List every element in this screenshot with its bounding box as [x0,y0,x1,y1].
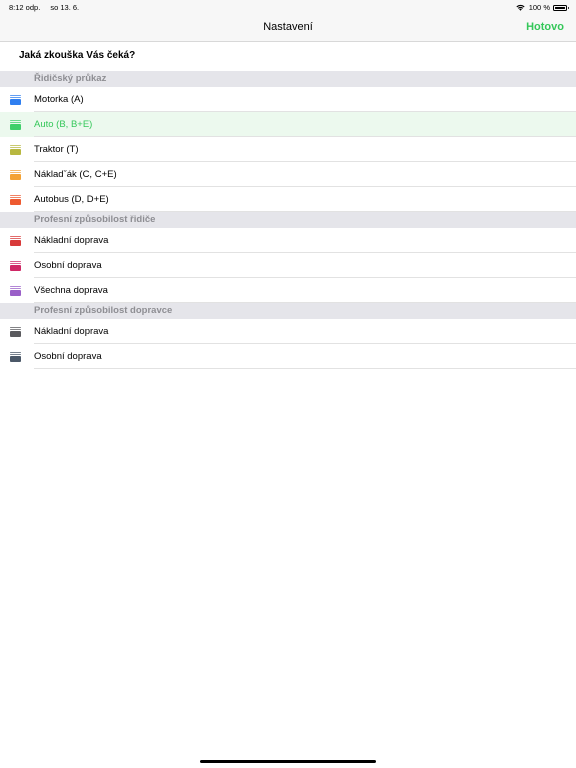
battery-percent: 100 % [528,3,550,12]
section-header: Profesní způsobilost dopravce [0,303,576,319]
list-item[interactable]: Osobní doprava [0,344,576,369]
book-icon [10,95,21,105]
status-right: 100 % [516,3,569,12]
navigation-bar: Nastavení Hotovo [0,14,576,42]
book-icon [10,327,21,337]
book-icon [10,352,21,362]
book-icon [10,145,21,155]
status-date: so 13. 6. [50,3,80,12]
list-item-label: Nákladní doprava [34,235,109,246]
list-item-label: Osobní doprava [34,351,102,362]
section-header: Profesní způsobilost řidiče [0,212,576,228]
row-divider [34,211,576,212]
book-icon [10,170,21,180]
list-item[interactable]: Nákladní doprava [0,228,576,253]
list-item-label: Nákladˇák (C, C+E) [34,169,117,180]
list-item[interactable]: Autobus (D, D+E) [0,187,576,212]
done-button[interactable]: Hotovo [526,21,564,33]
book-icon [10,236,21,246]
book-icon [10,286,21,296]
section-header: Řidičský průkaz [0,71,576,87]
book-icon [10,195,21,205]
page-title: Nastavení [263,21,313,33]
list-item[interactable]: Nákladˇák (C, C+E) [0,162,576,187]
list-item-label: Motorka (A) [34,94,84,105]
status-time: 8:12 odp. [9,3,41,12]
list-item[interactable]: Všechna doprava [0,278,576,303]
book-icon [10,120,21,130]
list-item[interactable]: Nákladní doprava [0,319,576,344]
row-divider [34,368,576,369]
battery-icon [553,4,569,11]
wifi-icon [516,4,525,11]
list-item[interactable]: Traktor (T) [0,137,576,162]
list-item[interactable]: Motorka (A) [0,87,576,112]
list-item-label: Auto (B, B+E) [34,119,93,130]
question-heading: Jaká zkouška Vás čeká? [19,50,136,61]
list-item[interactable]: Osobní doprava [0,253,576,278]
list-item-label: Všechna doprava [34,285,108,296]
exam-list: Řidičský průkaz Motorka (A) Auto (B, B+E) T… [0,71,576,369]
home-indicator[interactable] [200,760,376,763]
status-left: 8:12 odp. so 13. 6. [9,3,87,12]
status-bar: 8:12 odp. so 13. 6. 100 % [0,0,576,14]
list-item-label: Autobus (D, D+E) [34,194,109,205]
row-divider [34,302,576,303]
list-item-label: Nákladní doprava [34,326,109,337]
list-item[interactable]: Auto (B, B+E) [0,112,576,137]
list-item-label: Traktor (T) [34,144,79,155]
book-icon [10,261,21,271]
list-item-label: Osobní doprava [34,260,102,271]
